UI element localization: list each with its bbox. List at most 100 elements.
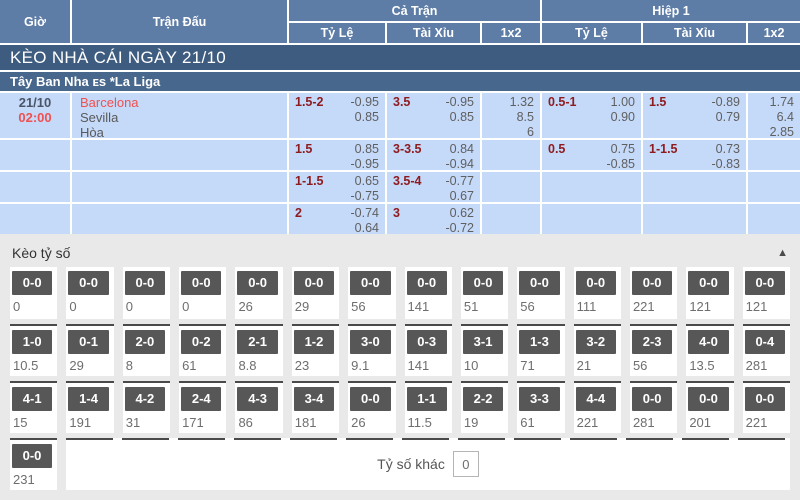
ft-handicap-cell[interactable]: 1.50.85-0.95 (289, 140, 385, 170)
score-box[interactable]: 0-0 (632, 271, 672, 295)
score-cell[interactable]: 4-4221 (574, 381, 621, 433)
score-box[interactable]: 4-2 (125, 387, 165, 411)
score-box[interactable]: 2-4 (181, 387, 221, 411)
score-cell[interactable]: 0-056 (348, 267, 395, 319)
score-box[interactable]: 1-1 (407, 387, 447, 411)
score-cell[interactable]: 0-0121 (686, 267, 733, 319)
collapse-arrow-icon[interactable]: ▲ (777, 247, 788, 259)
ft-overunder-cell[interactable]: 3.5-0.950.85 (387, 93, 480, 138)
h1-overunder-cell[interactable]: 1-1.50.73-0.83 (643, 140, 746, 170)
score-cell[interactable]: 0-00 (66, 267, 113, 319)
score-box[interactable]: 3-2 (576, 330, 616, 354)
score-cell[interactable]: 1-4191 (66, 381, 113, 433)
score-cell[interactable]: 0-0 231 (10, 438, 57, 490)
score-cell[interactable]: 1-223 (292, 324, 339, 376)
score-box[interactable]: 2-3 (632, 330, 672, 354)
score-box[interactable]: 1-0 (12, 330, 52, 354)
score-box[interactable]: 0-0 (294, 271, 334, 295)
h1-overunder-cell[interactable]: 1.5-0.890.79 (643, 93, 746, 138)
score-cell[interactable]: 4-386 (235, 381, 282, 433)
score-cell[interactable]: 2-4171 (179, 381, 226, 433)
score-box[interactable]: 0-0 (576, 271, 616, 295)
score-cell[interactable]: 4-115 (10, 381, 57, 433)
score-cell[interactable]: 3-361 (517, 381, 564, 433)
score-cell[interactable]: 3-09.1 (348, 324, 395, 376)
score-box[interactable]: 3-1 (463, 330, 503, 354)
score-box[interactable]: 4-4 (576, 387, 616, 411)
ft-overunder-cell[interactable]: 3.5-4-0.770.67 (387, 172, 480, 202)
score-cell[interactable]: 0-00 (179, 267, 226, 319)
h1-handicap-cell[interactable]: 0.50.75-0.85 (542, 140, 641, 170)
score-box[interactable]: 0-2 (181, 330, 221, 354)
score-cell[interactable]: 0-051 (461, 267, 508, 319)
score-cell[interactable]: 2-08 (123, 324, 170, 376)
score-cell[interactable]: 0-029 (292, 267, 339, 319)
score-cell[interactable]: 0-0141 (405, 267, 452, 319)
score-box[interactable]: 3-0 (350, 330, 390, 354)
score-cell[interactable]: 0-00 (123, 267, 170, 319)
score-cell[interactable]: 0-0121 (743, 267, 790, 319)
score-box[interactable]: 0-0 (632, 387, 672, 411)
score-cell[interactable]: 0-0281 (630, 381, 677, 433)
score-box[interactable]: 0-4 (745, 330, 785, 354)
score-cell[interactable]: 1-111.5 (405, 381, 452, 433)
score-box[interactable]: 0-0 (12, 271, 52, 295)
score-box[interactable]: 4-3 (237, 387, 277, 411)
score-box[interactable]: 0-0 (519, 271, 559, 295)
score-cell[interactable]: 3-221 (574, 324, 621, 376)
score-box[interactable]: 0-0 (350, 271, 390, 295)
score-box[interactable]: 0-0 (350, 387, 390, 411)
score-box[interactable]: 1-3 (519, 330, 559, 354)
score-cell[interactable]: 2-219 (461, 381, 508, 433)
ft-1x2-cell[interactable]: 1.328.56 (482, 93, 540, 138)
score-box[interactable]: 2-0 (125, 330, 165, 354)
ft-handicap-cell[interactable]: 2-0.740.64 (289, 204, 385, 234)
score-cell[interactable]: 0-0221 (743, 381, 790, 433)
team-name[interactable]: Hòa (80, 125, 287, 138)
score-cell[interactable]: 1-371 (517, 324, 564, 376)
score-box[interactable]: 0-0 (407, 271, 447, 295)
score-box[interactable]: 0-0 (745, 387, 785, 411)
score-box[interactable]: 3-4 (294, 387, 334, 411)
score-cell[interactable]: 0-0201 (686, 381, 733, 433)
score-cell[interactable]: 3-4181 (292, 381, 339, 433)
score-cell[interactable]: 0-056 (517, 267, 564, 319)
score-box[interactable]: 0-1 (68, 330, 108, 354)
score-box[interactable]: 4-0 (688, 330, 728, 354)
score-cell[interactable]: 0-00 (10, 267, 57, 319)
ft-overunder-cell[interactable]: 30.62-0.72 (387, 204, 480, 234)
score-box[interactable]: 0-0 (181, 271, 221, 295)
score-cell[interactable]: 0-0221 (630, 267, 677, 319)
ft-overunder-cell[interactable]: 3-3.50.84-0.94 (387, 140, 480, 170)
score-box[interactable]: 4-1 (12, 387, 52, 411)
other-score-input[interactable] (453, 451, 479, 477)
score-box[interactable]: 0-0 (688, 387, 728, 411)
score-cell[interactable]: 0-261 (179, 324, 226, 376)
score-cell[interactable]: 1-010.5 (10, 324, 57, 376)
score-box[interactable]: 0-0 (237, 271, 277, 295)
score-cell[interactable]: 0-0111 (574, 267, 621, 319)
score-box[interactable]: 0-0 (125, 271, 165, 295)
ft-handicap-cell[interactable]: 1.5-2-0.950.85 (289, 93, 385, 138)
score-cell[interactable]: 3-110 (461, 324, 508, 376)
score-cell[interactable]: 2-356 (630, 324, 677, 376)
score-box[interactable]: 3-3 (519, 387, 559, 411)
score-cell[interactable]: 2-18.8 (235, 324, 282, 376)
score-box[interactable]: 0-0 (12, 444, 52, 468)
score-cell[interactable]: 4-013.5 (686, 324, 733, 376)
h1-1x2-cell[interactable]: 1.746.42.85 (748, 93, 800, 138)
score-box[interactable]: 1-2 (294, 330, 334, 354)
score-box[interactable]: 0-3 (407, 330, 447, 354)
score-cell[interactable]: 0-026 (235, 267, 282, 319)
score-box[interactable]: 2-2 (463, 387, 503, 411)
ft-handicap-cell[interactable]: 1-1.50.65-0.75 (289, 172, 385, 202)
score-box[interactable]: 0-0 (463, 271, 503, 295)
score-box[interactable]: 2-1 (237, 330, 277, 354)
score-box[interactable]: 0-0 (688, 271, 728, 295)
team-name[interactable]: Sevilla (80, 110, 287, 125)
score-cell[interactable]: 0-4281 (743, 324, 790, 376)
score-cell[interactable]: 0-3141 (405, 324, 452, 376)
score-cell[interactable]: 0-129 (66, 324, 113, 376)
team-name[interactable]: Barcelona (80, 95, 287, 110)
score-cell[interactable]: 4-231 (123, 381, 170, 433)
